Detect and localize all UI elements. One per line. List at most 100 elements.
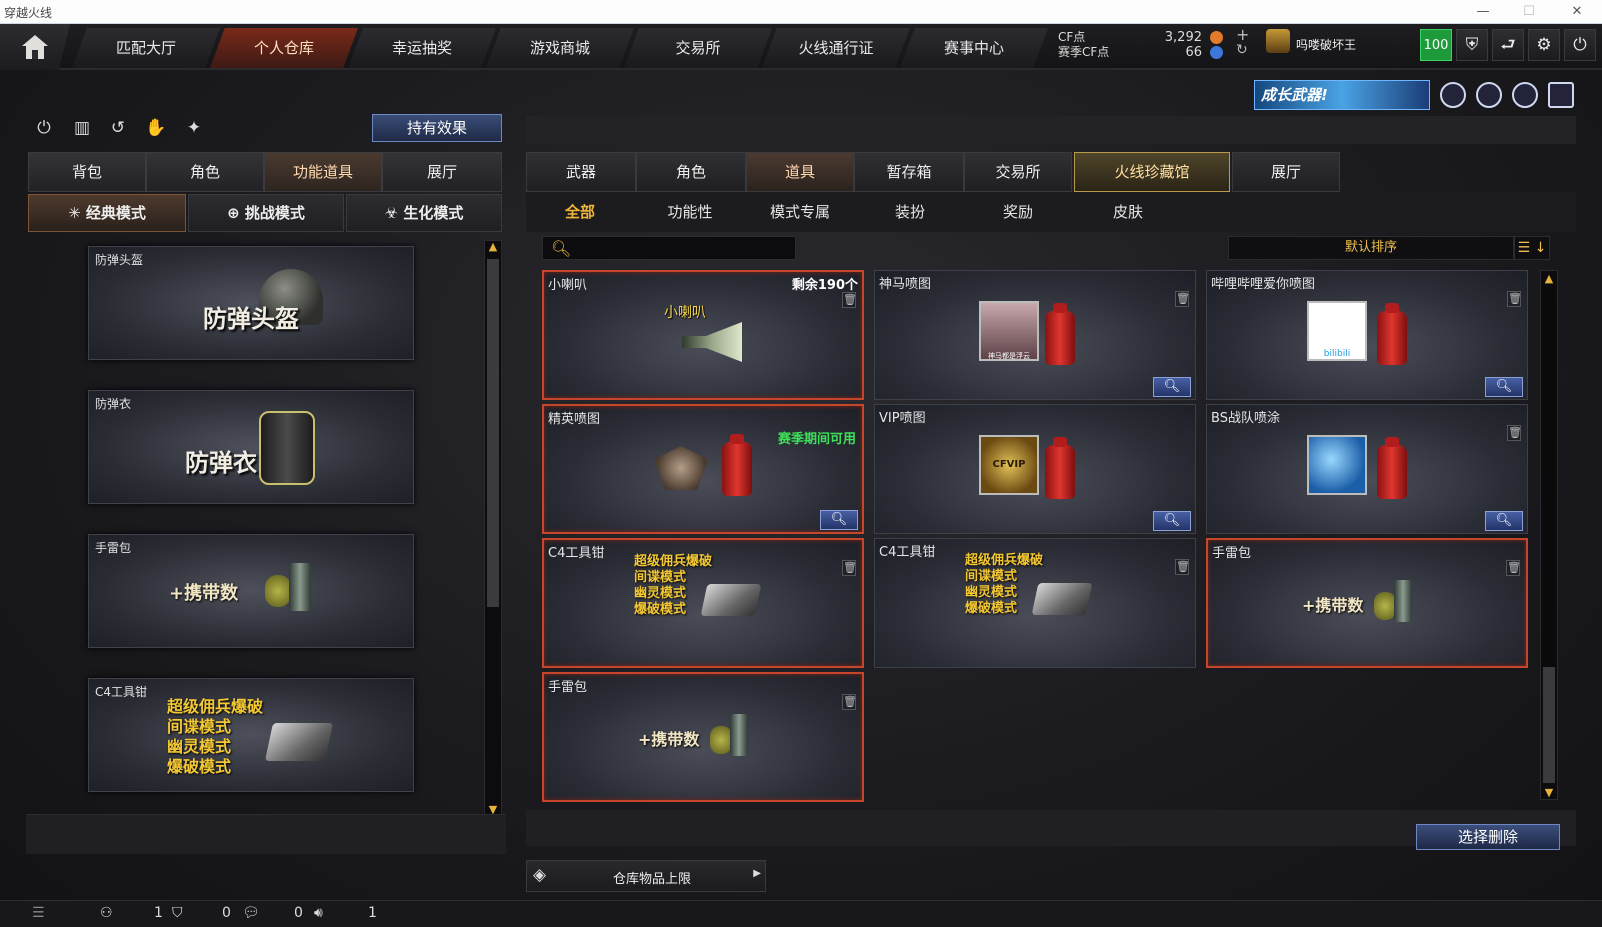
right-scrollbar[interactable]	[1540, 270, 1558, 800]
trash-icon[interactable]: 🗑︎	[1507, 425, 1522, 441]
return-icon[interactable]: ⮐	[1492, 29, 1524, 61]
scroll-down-icon[interactable]: ▼	[1540, 786, 1558, 800]
mode-tab-classic[interactable]: ✳ 经典模式	[28, 194, 186, 232]
chat-icon[interactable]: 💬︎	[242, 905, 260, 921]
nav-tab-game-shop[interactable]: 游戏商城	[486, 28, 634, 68]
nav-tab-match-lobby[interactable]: 匹配大厅	[72, 28, 220, 68]
item-card-vip-spray[interactable]: VIP喷图 CFVIP 🔍︎	[874, 404, 1196, 534]
event-v-icon[interactable]	[1548, 82, 1574, 108]
nav-tab-lucky-draw[interactable]: 幸运抽奖	[348, 28, 496, 68]
item-card-speaker[interactable]: 小喇叭 剩余190个 🗑︎ 小喇叭	[542, 270, 864, 400]
spray-can-icon	[1045, 437, 1075, 499]
bag-icon[interactable]: ✦	[180, 118, 208, 144]
scroll-up-icon[interactable]: ▲	[484, 240, 502, 254]
item-card-bilibili-spray[interactable]: 哔哩哔哩爱你喷图 🗑︎ bilibili 🔍︎	[1206, 270, 1528, 400]
left-item-grenade-pack[interactable]: 手雷包 +携带数	[88, 534, 414, 648]
event-globe-icon[interactable]	[1476, 82, 1502, 108]
event-shield-icon[interactable]	[1440, 82, 1466, 108]
trash-icon[interactable]: 🗑︎	[1506, 560, 1521, 576]
left-tab-backpack[interactable]: 背包	[28, 152, 146, 192]
trash-icon[interactable]: 🗑︎	[1507, 291, 1522, 307]
right-tab-items[interactable]: 道具	[746, 152, 854, 192]
item-card-bs-team-spray[interactable]: BS战队喷涂 🗑︎ 🔍︎	[1206, 404, 1528, 534]
sort-down-icon[interactable]: ↓	[1535, 240, 1547, 256]
left-tab-character[interactable]: 角色	[146, 152, 264, 192]
zoom-button[interactable]: 🔍︎	[1485, 377, 1523, 397]
item-card-grenade-pack-2[interactable]: 手雷包 🗑︎ +携带数	[542, 672, 864, 802]
select-delete-button[interactable]: 选择删除	[1416, 824, 1560, 850]
item-card-elite-spray[interactable]: 精英喷图 赛季期间可用 🔍︎	[542, 404, 864, 534]
level-badge[interactable]: 100	[1420, 29, 1452, 61]
list-icon[interactable]: ☰	[1518, 240, 1531, 256]
friends-icon[interactable]: ⚇	[100, 905, 113, 921]
item-name: BS战队喷涂	[1211, 411, 1280, 426]
nav-tab-battle-pass[interactable]: 火线通行证	[762, 28, 910, 68]
menu-icon[interactable]: ☰	[32, 905, 45, 921]
zoom-button[interactable]: 🔍︎	[1485, 511, 1523, 531]
trash-icon[interactable]: 🗑︎	[842, 292, 857, 308]
search-input[interactable]: 🔍︎	[542, 236, 796, 260]
nav-tab-exchange[interactable]: 交易所	[624, 28, 772, 68]
mode-tab-bio[interactable]: ☣ 生化模式	[346, 194, 502, 232]
growth-weapon-banner[interactable]: 成长武器!	[1254, 80, 1430, 110]
home-button[interactable]	[0, 24, 70, 70]
left-tab-showroom[interactable]: 展厅	[382, 152, 502, 192]
speaker-icon[interactable]: 🔊︎	[314, 905, 323, 921]
right-tab-weapons[interactable]: 武器	[526, 152, 636, 192]
subtab-mode-exclusive[interactable]: 模式专属	[748, 200, 852, 224]
trash-icon[interactable]: 🗑︎	[842, 694, 857, 710]
sort-controls[interactable]: ☰ ↓	[1514, 236, 1550, 260]
left-item-helmet[interactable]: 防弹头盔 防弹头盔	[88, 246, 414, 360]
right-tab-characters[interactable]: 角色	[636, 152, 746, 192]
power-icon[interactable]: ⏻	[1564, 29, 1596, 61]
grenade-icon	[1374, 592, 1396, 620]
event-cross-icon[interactable]	[1512, 82, 1538, 108]
mode-line: 超级佣兵爆破	[965, 553, 1044, 568]
player-name: 吗喽破坏王	[1296, 38, 1357, 52]
trash-icon[interactable]: 🗑︎	[1175, 559, 1190, 575]
subtab-functional[interactable]: 功能性	[638, 200, 742, 224]
refresh-icon[interactable]: ↻	[1236, 42, 1248, 58]
clan-icon[interactable]: ⛉	[172, 905, 183, 921]
right-tab-exchange[interactable]: 交易所	[964, 152, 1072, 192]
history-icon[interactable]: ↺	[104, 118, 132, 144]
item-card-horse-spray[interactable]: 神马喷图 🗑︎ 神马都是浮云 🔍︎	[874, 270, 1196, 400]
nav-tab-events[interactable]: 赛事中心	[900, 28, 1048, 68]
item-card-c4-pliers-2[interactable]: C4工具钳 🗑︎ 超级佣兵爆破 间谍模式 幽灵模式 爆破模式	[874, 538, 1196, 668]
nav-tab-personal-storage[interactable]: 个人仓库	[210, 28, 358, 68]
storage-limit-button[interactable]: ◈ 仓库物品上限 ▶	[526, 860, 766, 892]
match-cf-label: 赛季CF点	[1058, 45, 1110, 59]
scroll-thumb[interactable]	[487, 259, 499, 607]
item-card-grenade-pack-1[interactable]: 手雷包 🗑︎ +携带数	[1206, 538, 1528, 668]
hold-effect-button[interactable]: 持有效果	[372, 114, 502, 142]
subtab-skins[interactable]: 皮肤	[1076, 200, 1180, 224]
subtab-dressup[interactable]: 装扮	[858, 200, 962, 224]
toggle-off-icon[interactable]: ⏻	[30, 118, 58, 144]
scroll-thumb[interactable]	[1543, 667, 1555, 783]
trash-icon[interactable]: 🗑︎	[1175, 291, 1190, 307]
left-item-c4-pliers[interactable]: C4工具钳 超级佣兵爆破 间谍模式 幽灵模式 爆破模式	[88, 678, 414, 792]
subtab-rewards[interactable]: 奖励	[966, 200, 1070, 224]
mode-tab-challenge[interactable]: ⊕ 挑战模式	[188, 194, 344, 232]
item-card-c4-pliers-1[interactable]: C4工具钳 🗑︎ 超级佣兵爆破 间谍模式 幽灵模式 爆破模式	[542, 538, 864, 668]
gear-icon[interactable]: ⚙	[1528, 29, 1560, 61]
trash-icon[interactable]: 🗑︎	[842, 560, 857, 576]
zoom-button[interactable]: 🔍︎	[1153, 377, 1191, 397]
zoom-button[interactable]: 🔍︎	[820, 510, 858, 530]
left-tab-function-items[interactable]: 功能道具	[264, 152, 382, 192]
left-item-vest[interactable]: 防弹衣 防弹衣	[88, 390, 414, 504]
sort-dropdown[interactable]: 默认排序	[1228, 236, 1514, 260]
right-tab-temp-box[interactable]: 暂存箱	[854, 152, 964, 192]
hand-icon[interactable]: ✋	[142, 118, 170, 144]
maximize-icon[interactable]: ☐	[1512, 1, 1546, 23]
left-scrollbar[interactable]	[484, 240, 502, 818]
scroll-up-icon[interactable]: ▲	[1540, 272, 1558, 286]
bars-icon[interactable]: ▥	[68, 118, 96, 144]
zoom-button[interactable]: 🔍︎	[1153, 511, 1191, 531]
right-tab-showroom[interactable]: 展厅	[1232, 152, 1340, 192]
subtab-all[interactable]: 全部	[528, 200, 632, 224]
close-icon[interactable]: ✕	[1560, 1, 1594, 23]
right-tab-collection[interactable]: 火线珍藏馆	[1074, 152, 1230, 192]
minimize-icon[interactable]: —	[1466, 1, 1500, 23]
shield-icon[interactable]: ⛨	[1456, 29, 1488, 61]
